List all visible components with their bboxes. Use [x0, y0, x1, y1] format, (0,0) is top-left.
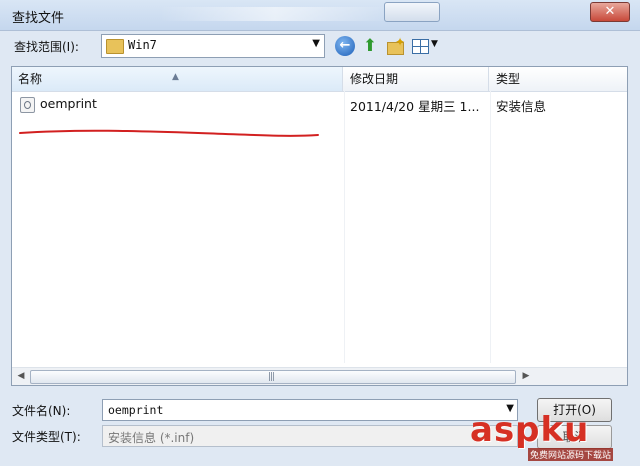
filetype-label: 文件类型(T):: [12, 430, 81, 444]
window-title: 查找文件: [12, 11, 65, 26]
scroll-left-icon[interactable]: ◀: [14, 370, 28, 383]
filetype-select[interactable]: 安装信息 (*.inf): [102, 425, 518, 447]
look-in-combobox[interactable]: Win7 ▼: [101, 34, 325, 58]
minimize-button[interactable]: [384, 2, 440, 22]
column-header-name-label: 名称: [18, 72, 43, 86]
look-in-value: Win7: [128, 38, 157, 52]
blurred-title-area: [160, 7, 390, 21]
column-divider: [490, 91, 491, 363]
file-list[interactable]: 名称 ▲ 修改日期 类型 oemprint 2011/4/20 星期三 1...…: [11, 66, 628, 386]
sparkle-icon: ✦: [395, 35, 406, 49]
filetype-value: 安装信息 (*.inf): [108, 431, 195, 445]
view-grid-icon: [412, 39, 429, 54]
filename-input[interactable]: oemprint ▼: [102, 399, 518, 421]
watermark-text: aspku: [470, 410, 590, 450]
horizontal-scrollbar[interactable]: ◀ ||| ▶: [12, 367, 627, 385]
inf-file-icon: [20, 97, 35, 113]
sort-ascending-icon: ▲: [172, 72, 179, 82]
column-divider: [344, 91, 345, 363]
watermark-subtitle: 免费网站源码下载站: [528, 448, 614, 461]
new-folder-icon[interactable]: ✦: [385, 35, 406, 56]
chevron-down-icon: ▼: [431, 39, 438, 49]
column-header-type[interactable]: 类型: [490, 67, 627, 91]
filename-value: oemprint: [108, 403, 164, 417]
chevron-down-icon[interactable]: ▼: [312, 38, 320, 49]
column-header-date-label: 修改日期: [350, 72, 399, 86]
file-row[interactable]: oemprint 2011/4/20 星期三 1... 安装信息: [12, 93, 627, 115]
scroll-thumb[interactable]: |||: [30, 370, 516, 384]
close-button[interactable]: ✕: [590, 2, 630, 22]
scroll-right-icon[interactable]: ▶: [519, 370, 533, 383]
column-header-row: 名称 ▲ 修改日期 类型: [12, 67, 627, 92]
folder-icon: [106, 39, 124, 54]
red-underline-annotation: [19, 129, 319, 137]
file-modified-date: 2011/4/20 星期三 1...: [350, 99, 480, 114]
column-header-name[interactable]: 名称 ▲: [12, 67, 343, 91]
back-icon[interactable]: ←: [335, 36, 355, 56]
column-header-type-label: 类型: [496, 72, 521, 86]
views-menu-icon[interactable]: ▼: [410, 36, 442, 56]
title-bar: 查找文件 ✕: [0, 0, 640, 31]
look-in-label: 查找范围(I):: [14, 40, 79, 54]
close-icon: ✕: [604, 4, 616, 19]
watermark-logo: aspku 免费网站源码下载站: [470, 410, 640, 466]
column-header-date[interactable]: 修改日期: [344, 67, 489, 91]
up-folder-icon[interactable]: ⬆: [360, 36, 380, 56]
filename-label: 文件名(N):: [12, 404, 71, 418]
file-type: 安装信息: [496, 99, 547, 114]
file-name: oemprint: [40, 96, 97, 111]
scroll-grip-icon: |||: [268, 372, 275, 382]
